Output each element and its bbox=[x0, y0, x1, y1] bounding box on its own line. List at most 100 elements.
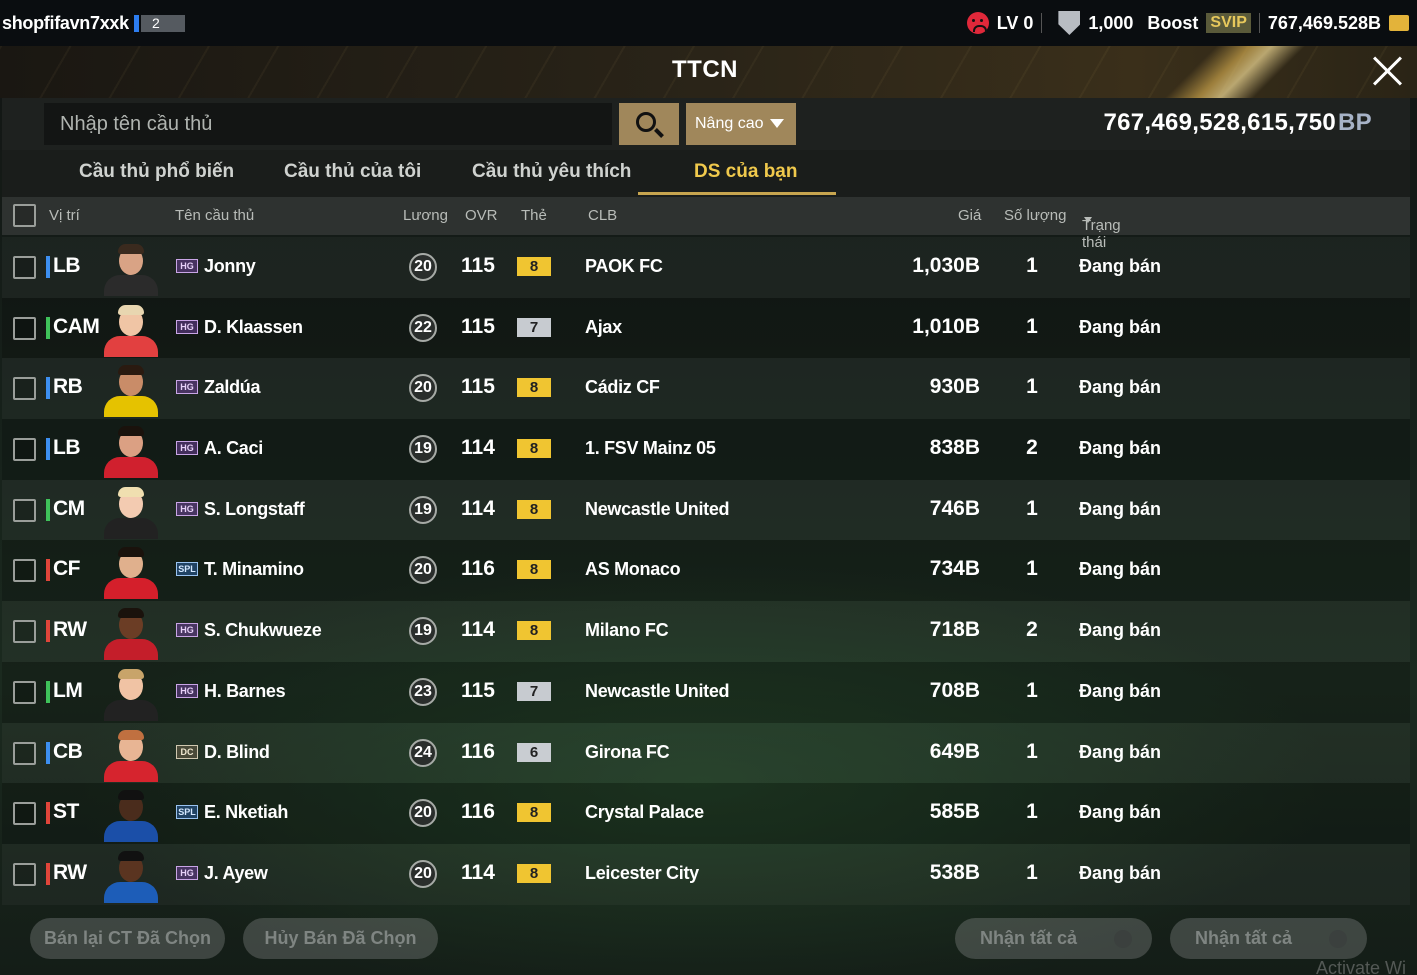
player-name[interactable]: H. Barnes bbox=[204, 681, 286, 702]
player-name[interactable]: S. Longstaff bbox=[204, 499, 305, 520]
row-checkbox[interactable] bbox=[13, 377, 36, 401]
table-row[interactable]: LM HG H. Barnes 23 115 7 Newcastle United 708B 1… bbox=[2, 661, 1410, 723]
tab-your-list[interactable]: DS của bạn bbox=[694, 161, 797, 183]
column-quantity[interactable]: Số lượng bbox=[1004, 207, 1066, 224]
row-checkbox[interactable] bbox=[13, 498, 36, 522]
close-icon[interactable] bbox=[1370, 54, 1404, 88]
tab-favorite-players[interactable]: Cầu thủ yêu thích bbox=[472, 161, 631, 183]
bp-unit: BP bbox=[1338, 109, 1372, 136]
table-row[interactable]: RW HG J. Ayew 20 114 8 Leicester City 538B 1 Đang… bbox=[2, 844, 1410, 905]
player-name[interactable]: T. Minamino bbox=[204, 559, 304, 580]
player-avatar[interactable] bbox=[102, 362, 160, 418]
player-position: LB bbox=[53, 254, 81, 277]
page-title: TTCN bbox=[672, 56, 738, 83]
column-wage[interactable]: Lương bbox=[403, 207, 448, 224]
tab-my-players[interactable]: Cầu thủ của tôi bbox=[284, 161, 421, 183]
status-label: Đang bán bbox=[1079, 680, 1162, 701]
player-name[interactable]: Jonny bbox=[204, 256, 256, 277]
status-label: Đang bán bbox=[1079, 620, 1162, 641]
player-avatar[interactable] bbox=[102, 241, 160, 296]
price-value: 838B bbox=[929, 436, 980, 460]
wage-badge: 20 bbox=[409, 374, 437, 403]
row-checkbox[interactable] bbox=[13, 256, 36, 279]
search-input[interactable] bbox=[44, 103, 612, 145]
player-avatar[interactable] bbox=[102, 544, 160, 600]
player-avatar[interactable] bbox=[102, 605, 160, 661]
club-name: PAOK FC bbox=[585, 256, 663, 276]
table-row[interactable]: RB HG Zaldúa 20 115 8 Cádiz CF 930B 1 Đang bán bbox=[2, 358, 1410, 419]
ovr-value: 116 bbox=[461, 800, 495, 824]
caret-down-icon bbox=[770, 119, 784, 128]
ovr-value: 114 bbox=[461, 618, 495, 642]
table-row[interactable]: ST SPL E. Nketiah 20 116 8 Crystal Palace 585B 1… bbox=[2, 783, 1410, 844]
player-name[interactable]: D. Blind bbox=[204, 742, 270, 763]
ovr-value: 116 bbox=[461, 739, 495, 763]
position-color-bar bbox=[46, 559, 50, 582]
row-checkbox[interactable] bbox=[13, 559, 36, 583]
sad-face-icon bbox=[966, 12, 989, 34]
player-avatar[interactable] bbox=[102, 727, 160, 782]
table-row[interactable]: CAM HG D. Klaassen 22 115 7 Ajax 1,010B 1 Đang bá… bbox=[2, 297, 1410, 359]
column-ovr[interactable]: OVR bbox=[465, 207, 498, 224]
tab-popular-players[interactable]: Cầu thủ phổ biến bbox=[79, 161, 234, 183]
avatar-hair bbox=[118, 729, 144, 740]
table-row[interactable]: LB HG Jonny 20 115 8 PAOK FC 1,030B 1 Đang bán bbox=[2, 237, 1410, 298]
player-name[interactable]: Zaldúa bbox=[204, 377, 261, 398]
club-name: Crystal Palace bbox=[585, 802, 704, 823]
avatar-hair bbox=[118, 668, 144, 679]
resell-selected-button[interactable]: Bán lại CT Đã Chọn bbox=[30, 918, 225, 959]
status-label: Đang bán bbox=[1079, 377, 1162, 398]
table-row[interactable]: RW HG S. Chukwueze 19 114 8 Milano FC 718B 2 Đang… bbox=[2, 601, 1410, 662]
table-row[interactable]: CF SPL T. Minamino 20 116 8 AS Monaco 734B 1 Đang… bbox=[2, 540, 1410, 602]
table-row[interactable]: CB DC D. Blind 24 116 6 Girona FC 649B 1 Đang bán bbox=[2, 723, 1410, 784]
cancel-selected-button[interactable]: Hủy Bán Đã Chọn bbox=[243, 918, 438, 959]
position-color-bar bbox=[46, 316, 50, 339]
claim-all-players-button[interactable]: Nhận tất cả bbox=[955, 918, 1152, 959]
player-avatar[interactable] bbox=[102, 666, 160, 721]
search-button[interactable] bbox=[619, 103, 679, 145]
table-header: Vị trí Tên cầu thủ Lương OVR Thẻ CLB Giá… bbox=[2, 197, 1410, 251]
player-name[interactable]: E. Nketiah bbox=[204, 802, 288, 823]
player-avatar[interactable] bbox=[102, 302, 160, 357]
column-price[interactable]: Giá bbox=[958, 207, 981, 224]
row-checkbox[interactable] bbox=[13, 438, 36, 462]
row-checkbox[interactable] bbox=[13, 741, 36, 765]
quantity-value: 1 bbox=[1026, 678, 1038, 702]
table-row[interactable]: CM HG S. Longstaff 19 114 8 Newcastle United 74… bbox=[2, 480, 1410, 541]
status-label: Đang bán bbox=[1079, 802, 1162, 823]
player-avatar[interactable] bbox=[102, 787, 160, 843]
status-label: Đang bán bbox=[1079, 498, 1162, 519]
row-checkbox[interactable] bbox=[13, 862, 36, 886]
card-grade-badge: 6 bbox=[517, 742, 551, 762]
player-name[interactable]: D. Klaassen bbox=[204, 317, 303, 338]
ovr-value: 114 bbox=[461, 496, 495, 520]
row-checkbox[interactable] bbox=[13, 316, 36, 340]
column-card[interactable]: Thẻ bbox=[521, 207, 547, 224]
player-avatar[interactable] bbox=[102, 848, 160, 903]
player-name[interactable]: S. Chukwueze bbox=[204, 620, 322, 641]
status-label: Đang bán bbox=[1079, 559, 1162, 580]
price-value: 1,030B bbox=[912, 254, 980, 277]
table-row[interactable]: LB HG A. Caci 19 114 8 1. FSV Mainz 05 838B 2 Đan… bbox=[2, 419, 1410, 480]
player-avatar[interactable] bbox=[102, 484, 160, 539]
column-name[interactable]: Tên cầu thủ bbox=[175, 207, 254, 224]
row-checkbox[interactable] bbox=[13, 802, 36, 826]
card-grade-badge: 7 bbox=[517, 317, 551, 337]
advanced-filter-dropdown[interactable]: Nâng cao bbox=[686, 103, 796, 145]
player-name[interactable]: J. Ayew bbox=[204, 863, 268, 884]
position-color-bar bbox=[46, 862, 50, 885]
shirt-icon bbox=[1114, 930, 1132, 948]
player-position: CM bbox=[53, 496, 85, 520]
player-name[interactable]: A. Caci bbox=[204, 438, 263, 459]
player-avatar[interactable] bbox=[102, 423, 160, 479]
claim-all-bp-button[interactable]: Nhận tất cả bbox=[1170, 918, 1367, 959]
row-checkbox[interactable] bbox=[13, 620, 36, 644]
column-club[interactable]: CLB bbox=[588, 207, 617, 224]
user-level-badge: 2 bbox=[140, 14, 185, 32]
row-checkbox[interactable] bbox=[13, 680, 36, 704]
position-color-bar bbox=[46, 438, 50, 461]
select-all-checkbox[interactable] bbox=[13, 204, 36, 227]
wage-badge: 19 bbox=[409, 617, 437, 646]
price-value: 746B bbox=[929, 496, 980, 520]
column-position[interactable]: Vị trí bbox=[49, 207, 80, 224]
